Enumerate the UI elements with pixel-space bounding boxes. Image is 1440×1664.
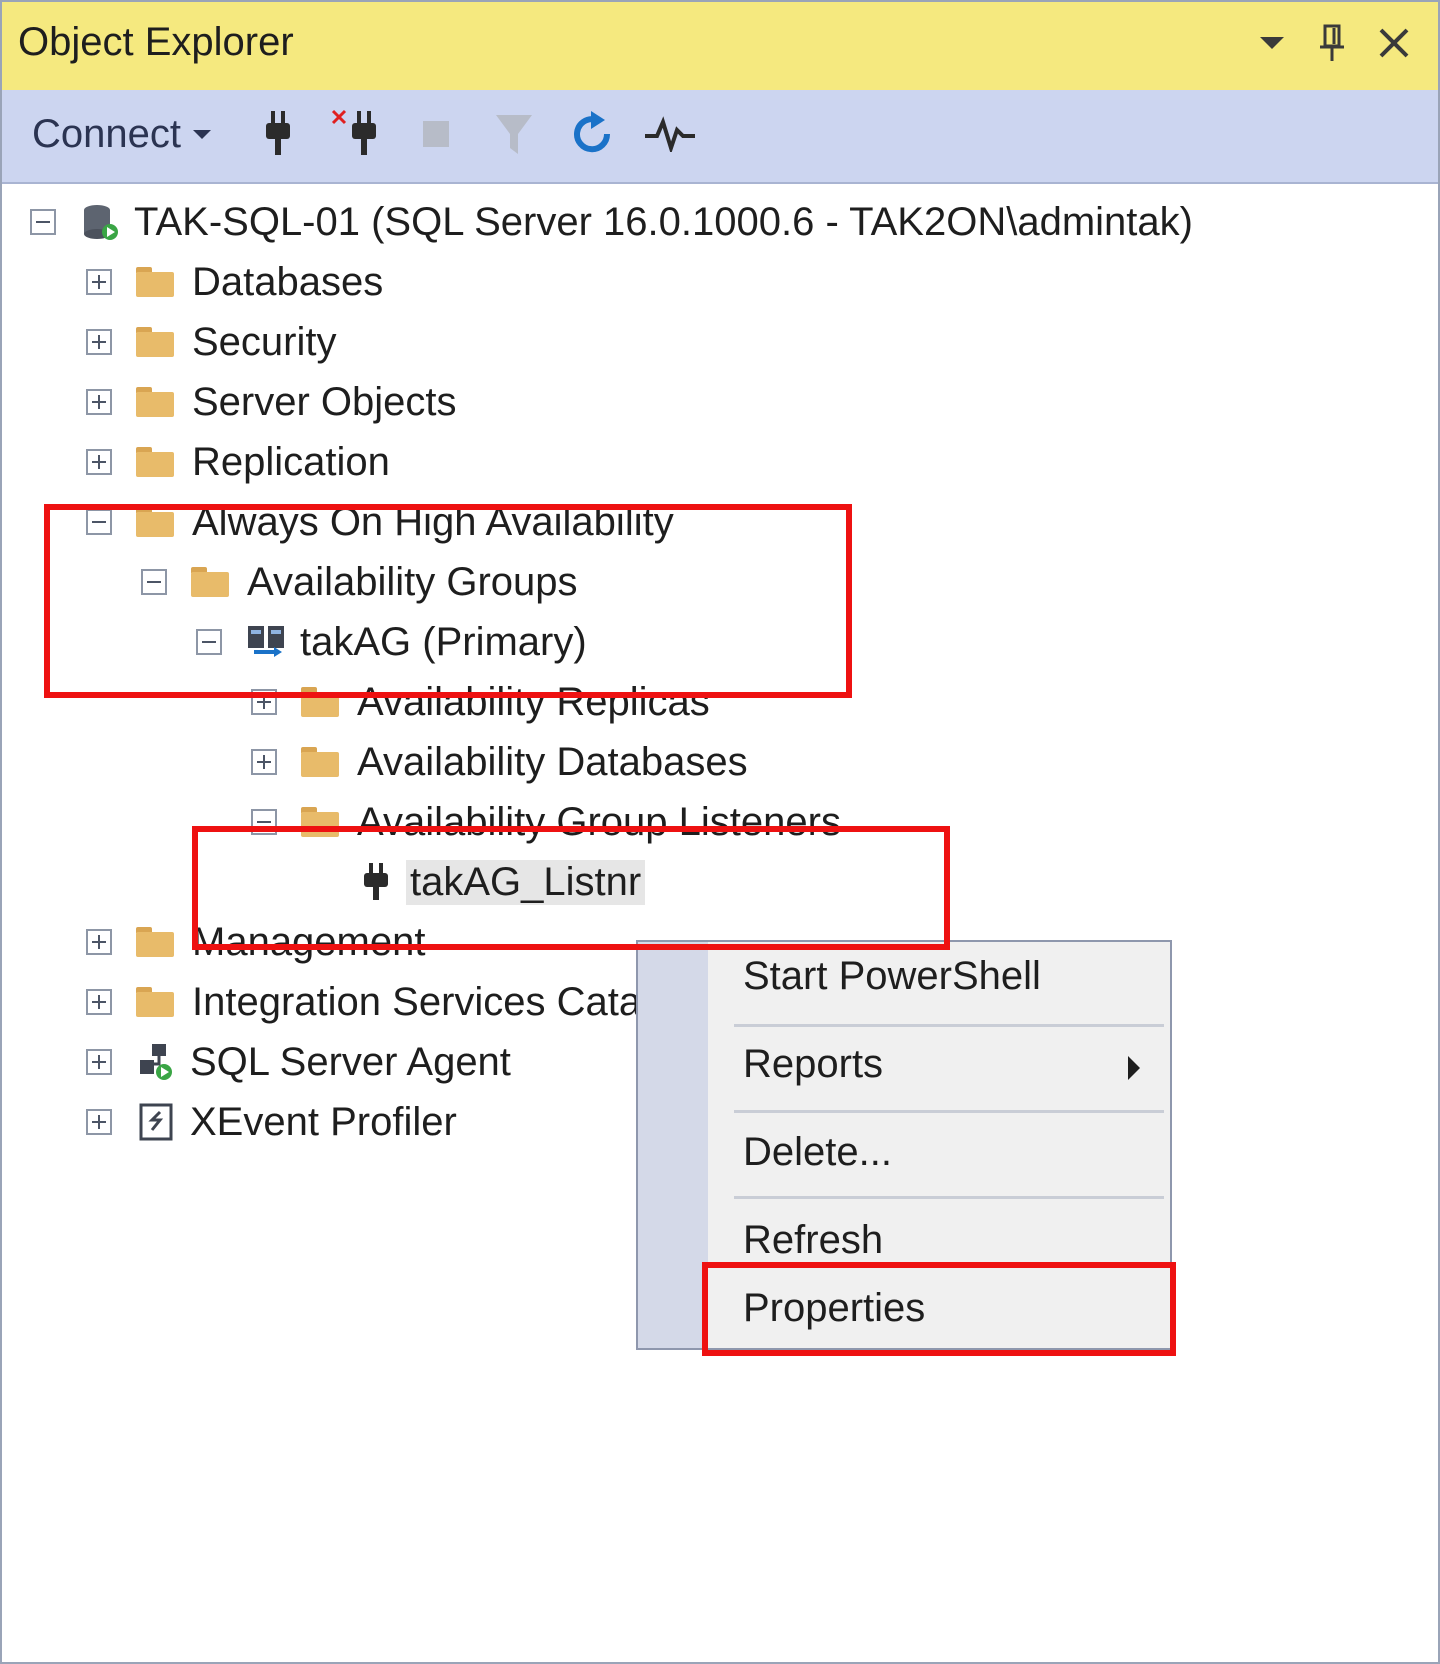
title-bar: Object Explorer <box>2 2 1438 92</box>
availability-databases-label: Availability Databases <box>357 739 748 784</box>
collapse-icon[interactable] <box>86 509 112 535</box>
xevent-label: XEvent Profiler <box>190 1099 457 1144</box>
xevent-icon <box>136 1102 176 1142</box>
server-objects-label: Server Objects <box>192 379 457 424</box>
tree-node-databases[interactable]: Databases <box>86 252 383 312</box>
toolbar: Connect <box>2 90 1438 184</box>
tree-node-management[interactable]: Management <box>86 912 425 972</box>
folder-icon <box>136 987 174 1017</box>
connect-plug-icon[interactable] <box>258 106 298 162</box>
takag-label: takAG (Primary) <box>300 619 587 664</box>
tree-node-always-on[interactable]: Always On High Availability <box>86 492 674 552</box>
expand-icon[interactable] <box>86 449 112 475</box>
connect-label: Connect <box>32 111 181 156</box>
menu-item-reports[interactable]: Reports <box>743 1042 883 1087</box>
collapse-icon[interactable] <box>196 629 222 655</box>
expand-icon[interactable] <box>251 749 277 775</box>
disconnect-icon[interactable] <box>330 106 386 162</box>
folder-icon <box>136 267 174 297</box>
window-title: Object Explorer <box>18 20 294 64</box>
listeners-label: Availability Group Listeners <box>357 799 841 844</box>
tree-node-availability-replicas[interactable]: Availability Replicas <box>251 672 710 732</box>
tree-node-availability-groups[interactable]: Availability Groups <box>141 552 578 612</box>
menu-separator <box>734 1024 1164 1027</box>
connect-button[interactable]: Connect <box>32 106 213 162</box>
activity-monitor-icon[interactable] <box>642 106 698 162</box>
tree-node-takag[interactable]: takAG (Primary) <box>196 612 587 672</box>
expand-icon[interactable] <box>86 389 112 415</box>
menu-item-refresh[interactable]: Refresh <box>743 1218 883 1263</box>
context-menu-gutter <box>638 942 708 1348</box>
collapse-icon[interactable] <box>251 809 277 835</box>
availability-groups-label: Availability Groups <box>247 559 578 604</box>
server-icon <box>80 202 120 242</box>
tree-node-integration-services[interactable]: Integration Services Catalogs <box>86 972 715 1032</box>
menu-item-properties[interactable]: Properties <box>743 1286 925 1331</box>
folder-icon <box>136 927 174 957</box>
expand-icon[interactable] <box>251 689 277 715</box>
tree-node-server-objects[interactable]: Server Objects <box>86 372 457 432</box>
close-icon[interactable] <box>1372 18 1416 68</box>
expand-icon[interactable] <box>86 1109 112 1135</box>
databases-label: Databases <box>192 259 384 304</box>
expand-icon[interactable] <box>86 329 112 355</box>
stop-icon[interactable] <box>416 106 456 162</box>
availability-replicas-label: Availability Replicas <box>357 679 710 724</box>
folder-icon <box>191 567 229 597</box>
tree-node-listeners[interactable]: Availability Group Listeners <box>251 792 841 852</box>
tree-node-availability-databases[interactable]: Availability Databases <box>251 732 748 792</box>
filter-icon[interactable] <box>492 106 536 162</box>
folder-icon <box>301 807 339 837</box>
security-label: Security <box>192 319 337 364</box>
folder-icon <box>301 687 339 717</box>
object-tree: TAK-SQL-01 (SQL Server 16.0.1000.6 - TAK… <box>2 184 1438 1662</box>
pin-icon[interactable] <box>1310 18 1354 68</box>
folder-icon <box>136 387 174 417</box>
tree-node-sql-server-agent[interactable]: SQL Server Agent <box>86 1032 511 1092</box>
sql-agent-icon <box>136 1042 176 1082</box>
folder-icon <box>301 747 339 777</box>
always-on-label: Always On High Availability <box>192 499 674 544</box>
agent-label: SQL Server Agent <box>190 1039 511 1084</box>
expand-icon[interactable] <box>86 989 112 1015</box>
context-menu: Start PowerShell Reports Delete... Refre… <box>636 940 1172 1350</box>
expand-icon[interactable] <box>86 269 112 295</box>
refresh-icon[interactable] <box>568 106 616 162</box>
collapse-icon[interactable] <box>141 569 167 595</box>
menu-separator <box>734 1110 1164 1113</box>
menu-item-start-powershell[interactable]: Start PowerShell <box>743 954 1041 999</box>
submenu-arrow-icon <box>1128 1056 1140 1080</box>
expand-icon[interactable] <box>86 929 112 955</box>
object-explorer-panel: Object Explorer Connect TAK-SQL-01 (SQL … <box>0 0 1440 1664</box>
tree-node-server[interactable]: TAK-SQL-01 (SQL Server 16.0.1000.6 - TAK… <box>30 192 1193 252</box>
server-label: TAK-SQL-01 (SQL Server 16.0.1000.6 - TAK… <box>134 199 1193 244</box>
chevron-down-icon <box>192 130 211 139</box>
management-label: Management <box>192 919 426 964</box>
folder-icon <box>136 327 174 357</box>
tree-node-xevent-profiler[interactable]: XEvent Profiler <box>86 1092 457 1152</box>
menu-separator <box>734 1196 1164 1199</box>
folder-icon <box>136 507 174 537</box>
replication-label: Replication <box>192 439 390 484</box>
listener-label: takAG_Listnr <box>406 859 646 905</box>
folder-icon <box>136 447 174 477</box>
tree-node-security[interactable]: Security <box>86 312 337 372</box>
expand-icon[interactable] <box>86 1049 112 1075</box>
tree-node-replication[interactable]: Replication <box>86 432 390 492</box>
tree-node-listener[interactable]: takAG_Listnr <box>306 852 646 912</box>
menu-item-delete[interactable]: Delete... <box>743 1130 892 1175</box>
collapse-icon[interactable] <box>30 209 56 235</box>
listener-icon <box>356 862 396 902</box>
availability-group-icon <box>246 622 286 662</box>
dropdown-icon[interactable] <box>1250 18 1294 68</box>
